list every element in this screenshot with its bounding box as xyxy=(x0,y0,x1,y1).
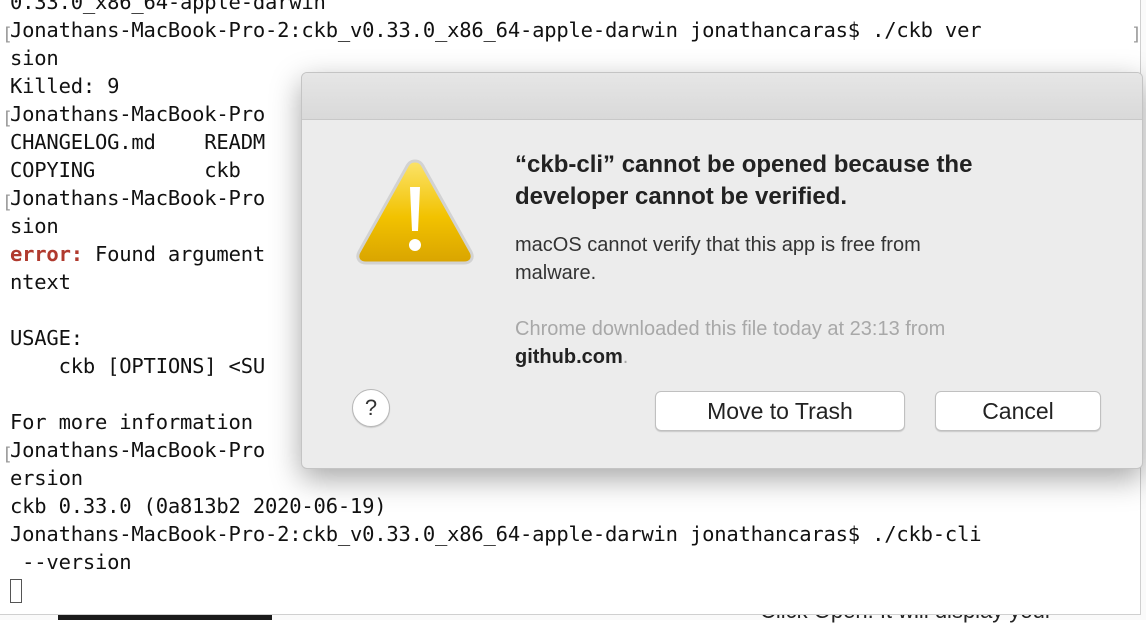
line-wrap-marker: [ xyxy=(2,24,13,45)
terminal-line: --version xyxy=(10,550,132,574)
dialog-title: “ckb-cli” cannot be opened because the d… xyxy=(515,151,973,210)
line-wrap-marker: ] xyxy=(1131,24,1142,45)
terminal-cursor xyxy=(10,579,22,603)
line-wrap-marker: [ xyxy=(2,108,13,129)
error-text: Found argument xyxy=(82,242,265,266)
download-source-suffix: . xyxy=(622,346,629,368)
terminal-line: 0.33.0_x86_64-apple-darwin xyxy=(10,0,326,14)
download-source-prefix: Chrome downloaded this file today at 23:… xyxy=(515,318,946,340)
gatekeeper-alert-dialog: “ckb-cli” cannot be opened because the d… xyxy=(301,72,1143,469)
terminal-line: sion xyxy=(10,46,59,70)
dialog-message: macOS cannot verify that this app is fre… xyxy=(515,234,921,284)
move-to-trash-button[interactable]: Move to Trash xyxy=(655,391,905,431)
warning-triangle-icon xyxy=(356,159,474,265)
error-label: error: xyxy=(10,242,83,266)
terminal-prompt-line[interactable] xyxy=(10,576,981,604)
download-source-host: github.com xyxy=(515,346,623,368)
dialog-titlebar[interactable] xyxy=(302,73,1142,120)
terminal-line: Jonathans-MacBook-Pro-2:ckb_v0.33.0_x86_… xyxy=(10,18,982,42)
line-wrap-marker: [ xyxy=(2,192,13,213)
help-button[interactable]: ? xyxy=(352,389,390,427)
terminal-line: ckb 0.33.0 (0a813b2 2020-06-19) xyxy=(10,494,387,518)
cancel-button[interactable]: Cancel xyxy=(935,391,1101,431)
terminal-line: Jonathans-MacBook-Pro-2:ckb_v0.33.0_x86_… xyxy=(10,522,982,546)
line-wrap-marker: [ xyxy=(2,444,13,465)
download-source-text: Chrome downloaded this file today at 23:… xyxy=(515,315,1075,371)
